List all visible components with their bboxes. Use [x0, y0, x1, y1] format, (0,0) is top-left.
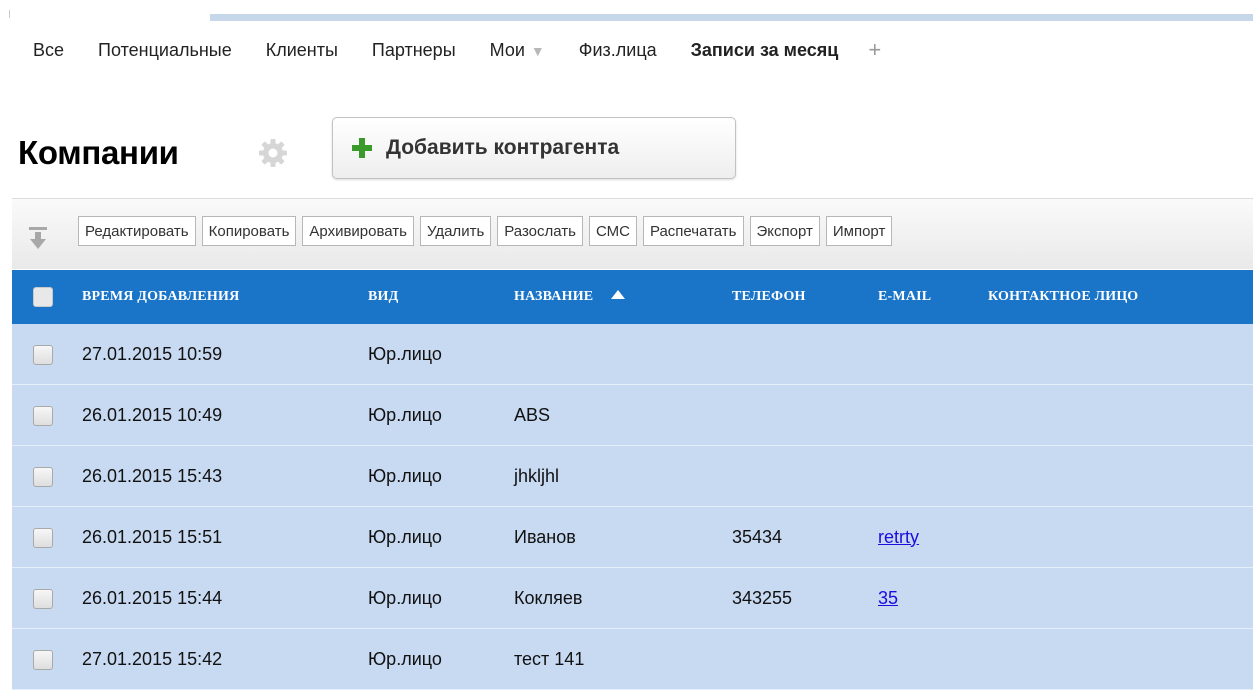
cell-name: jhkljhl [514, 445, 732, 507]
column-header-contact[interactable]: КОНТАКТНОЕ ЛИЦО [988, 270, 1253, 324]
email-link[interactable]: 35 [878, 588, 898, 608]
cell-email [878, 384, 988, 446]
row-select-cell [12, 628, 82, 690]
column-header-email[interactable]: E-MAIL [878, 270, 988, 324]
cell-name: тест 141 [514, 628, 732, 690]
cell-type: Юр.лицо [368, 445, 514, 507]
tab-partners[interactable]: Партнеры [372, 40, 456, 61]
row-select-cell [12, 506, 82, 568]
cell-phone: 343255 [732, 567, 878, 629]
cell-time: 26.01.2015 10:49 [82, 384, 368, 446]
cell-phone [732, 445, 878, 507]
column-header-name-label: НАЗВАНИЕ [514, 289, 594, 304]
cell-name: Кокляев [514, 567, 732, 629]
delete-button[interactable]: Удалить [419, 216, 492, 246]
arrow-down-icon[interactable] [28, 227, 48, 249]
email-link[interactable]: retrty [878, 527, 919, 547]
cell-contact [988, 324, 1253, 385]
table-header-row: ВРЕМЯ ДОБАВЛЕНИЯ ВИД НАЗВАНИЕ ТЕЛЕФОН E-… [12, 270, 1253, 324]
cell-time: 27.01.2015 10:59 [82, 324, 368, 385]
send-button[interactable]: Разослать [497, 216, 583, 246]
cell-name: Иванов [514, 506, 732, 568]
cell-contact [988, 445, 1253, 507]
table-row[interactable]: 27.01.2015 10:59 Юр.лицо [12, 324, 1253, 385]
tab-clients[interactable]: Клиенты [266, 40, 338, 61]
cell-time: 26.01.2015 15:44 [82, 567, 368, 629]
cell-phone [732, 628, 878, 690]
companies-table: ВРЕМЯ ДОБАВЛЕНИЯ ВИД НАЗВАНИЕ ТЕЛЕФОН E-… [12, 270, 1253, 690]
tab-mine-label: Мои [489, 39, 525, 60]
sort-ascending-icon[interactable] [611, 290, 626, 300]
cell-type: Юр.лицо [368, 384, 514, 446]
column-header-type[interactable]: ВИД [368, 270, 514, 324]
row-checkbox[interactable] [33, 527, 53, 548]
column-header-phone[interactable]: ТЕЛЕФОН [732, 270, 878, 324]
row-select-cell [12, 324, 82, 385]
tab-potential[interactable]: Потенциальные [98, 40, 232, 61]
tab-all[interactable]: Все [33, 40, 64, 61]
sms-button[interactable]: СМС [588, 216, 637, 246]
table-row[interactable]: 26.01.2015 15:43 Юр.лицо jhkljhl [12, 445, 1253, 507]
cell-phone [732, 384, 878, 446]
action-toolbar: Редактировать Копировать Архивировать Уд… [12, 198, 1253, 269]
row-checkbox[interactable] [33, 588, 53, 609]
top-left-tick [9, 10, 10, 18]
cell-email [878, 324, 988, 385]
row-checkbox[interactable] [33, 405, 53, 426]
dropdown-triangle-icon[interactable]: ▼ [531, 43, 545, 59]
cell-name: ABS [514, 384, 732, 446]
edit-button[interactable]: Редактировать [78, 216, 196, 246]
cell-contact [988, 506, 1253, 568]
cell-email: retrty [878, 506, 988, 568]
cell-type: Юр.лицо [368, 567, 514, 629]
cell-email [878, 445, 988, 507]
cell-time: 27.01.2015 15:42 [82, 628, 368, 690]
tab-individuals[interactable]: Физ.лица [579, 40, 657, 61]
row-select-cell [12, 445, 82, 507]
add-counterparty-button[interactable]: Добавить контрагента [332, 117, 736, 179]
cell-contact [988, 567, 1253, 629]
row-checkbox[interactable] [33, 649, 53, 670]
copy-button[interactable]: Копировать [201, 216, 297, 246]
table-row[interactable]: 26.01.2015 15:44 Юр.лицо Кокляев 343255 … [12, 567, 1253, 629]
cell-name [514, 324, 732, 385]
column-header-name[interactable]: НАЗВАНИЕ [514, 270, 732, 324]
add-counterparty-label: Добавить контрагента [386, 136, 620, 159]
table-row[interactable]: 26.01.2015 10:49 Юр.лицо ABS [12, 384, 1253, 446]
cell-contact [988, 628, 1253, 690]
row-select-cell [12, 567, 82, 629]
row-checkbox[interactable] [33, 466, 53, 487]
cell-time: 26.01.2015 15:43 [82, 445, 368, 507]
top-divider [210, 14, 1253, 21]
import-button[interactable]: Импорт [825, 216, 893, 246]
select-all-checkbox[interactable] [33, 287, 53, 307]
filter-tabs: Все Потенциальные Клиенты Партнеры Мои ▼ … [33, 38, 881, 62]
add-tab-icon[interactable]: + [868, 39, 881, 61]
tab-mine[interactable]: Мои ▼ [490, 40, 545, 61]
cell-type: Юр.лицо [368, 324, 514, 385]
cell-phone: 35434 [732, 506, 878, 568]
row-select-cell [12, 384, 82, 446]
cell-email: 35 [878, 567, 988, 629]
column-header-time[interactable]: ВРЕМЯ ДОБАВЛЕНИЯ [82, 270, 368, 324]
plus-icon [352, 138, 372, 158]
table-row[interactable]: 27.01.2015 15:42 Юр.лицо тест 141 [12, 628, 1253, 690]
cell-email [878, 628, 988, 690]
export-button[interactable]: Экспорт [749, 216, 820, 246]
print-button[interactable]: Распечатать [642, 216, 744, 246]
cell-phone [732, 324, 878, 385]
row-checkbox[interactable] [33, 344, 53, 365]
archive-button[interactable]: Архивировать [302, 216, 414, 246]
cell-type: Юр.лицо [368, 628, 514, 690]
gear-icon[interactable] [258, 138, 288, 168]
cell-contact [988, 384, 1253, 446]
cell-type: Юр.лицо [368, 506, 514, 568]
select-all-cell [12, 270, 82, 324]
table-row[interactable]: 26.01.2015 15:51 Юр.лицо Иванов 35434 re… [12, 506, 1253, 568]
tab-records-month[interactable]: Записи за месяц [691, 40, 839, 61]
cell-time: 26.01.2015 15:51 [82, 506, 368, 568]
page-title: Компании [18, 134, 179, 171]
